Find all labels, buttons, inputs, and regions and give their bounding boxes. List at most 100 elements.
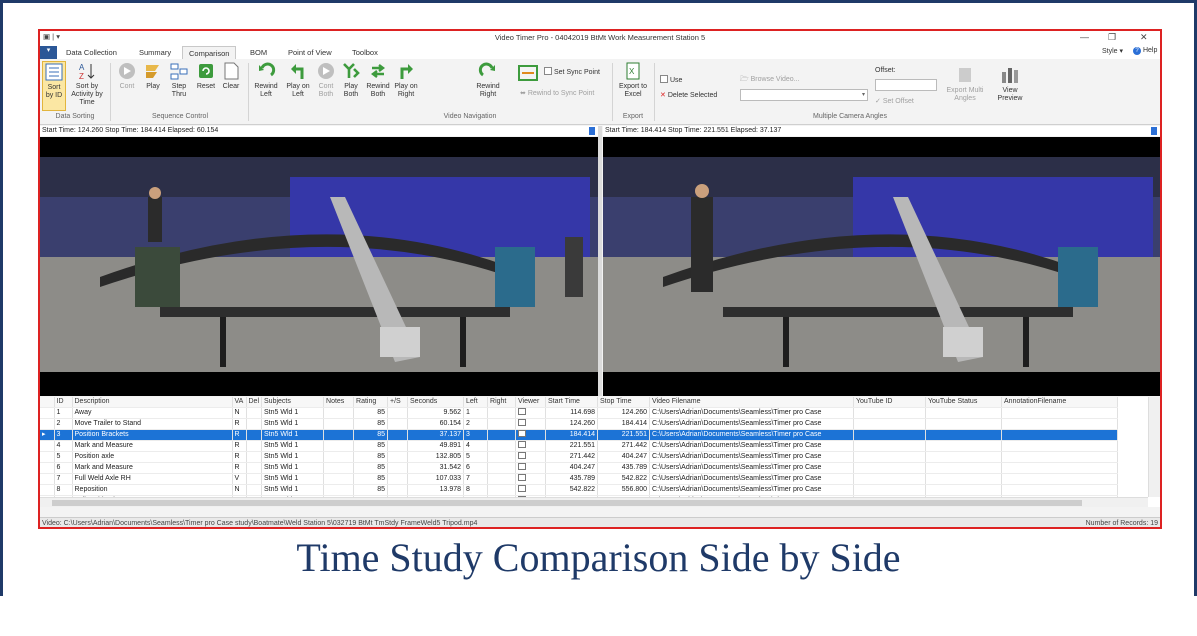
cell-right[interactable] bbox=[487, 462, 517, 474]
tab-comparison[interactable]: Comparison bbox=[182, 46, 237, 59]
cell-del[interactable] bbox=[246, 429, 263, 441]
cell-desc[interactable]: Mark and Measure bbox=[72, 462, 233, 474]
cell-ann[interactable] bbox=[1001, 429, 1119, 441]
cell-notes[interactable] bbox=[323, 440, 355, 452]
viewer-checkbox[interactable] bbox=[518, 462, 527, 470]
cell-file[interactable]: C:\Users\Adrian\Documents\Seamless\Timer… bbox=[649, 484, 855, 496]
cell-id[interactable]: 4 bbox=[54, 440, 73, 452]
cell-yt[interactable] bbox=[853, 407, 927, 419]
viewer-checkbox[interactable] bbox=[518, 440, 527, 448]
cell-left[interactable]: 1 bbox=[463, 407, 489, 419]
cell-yts[interactable] bbox=[925, 407, 1003, 419]
viewer-checkbox[interactable] bbox=[518, 407, 527, 415]
cell-id[interactable]: 6 bbox=[54, 462, 73, 474]
close-button[interactable]: ✕ bbox=[1140, 32, 1148, 43]
cell-ann[interactable] bbox=[1001, 451, 1119, 463]
cell-seconds[interactable]: 49.891 bbox=[407, 440, 465, 452]
cell-start[interactable]: 184.414 bbox=[545, 429, 599, 441]
table-row[interactable]: 7 Full Weld Axle RH V Stn5 Wld 1 85 107.033 7 4… bbox=[40, 473, 1119, 485]
cell-right[interactable] bbox=[487, 473, 517, 485]
cell-pls[interactable] bbox=[387, 462, 409, 474]
offset-input[interactable] bbox=[875, 79, 937, 91]
cell-yt[interactable] bbox=[853, 418, 927, 430]
tab-point-of-view[interactable]: Point of View bbox=[282, 46, 338, 59]
set-offset-button[interactable]: ✓ Set Offset bbox=[875, 97, 914, 105]
cell-pls[interactable] bbox=[387, 429, 409, 441]
cell-viewer[interactable] bbox=[515, 462, 547, 474]
col-header[interactable]: VA bbox=[232, 397, 247, 408]
cell-yts[interactable] bbox=[925, 462, 1003, 474]
cell-viewer[interactable] bbox=[515, 440, 547, 452]
cell-left[interactable]: 4 bbox=[463, 440, 489, 452]
col-header[interactable]: Start Time bbox=[545, 397, 599, 408]
cell-ann[interactable] bbox=[1001, 484, 1119, 496]
play-both-button[interactable]: Play Both bbox=[339, 61, 363, 99]
viewer-checkbox[interactable] bbox=[518, 418, 527, 426]
cell-rating[interactable]: 85 bbox=[353, 484, 389, 496]
rewind-left-button[interactable]: Rewind Left bbox=[252, 61, 280, 99]
cell-viewer[interactable] bbox=[515, 407, 547, 419]
cell-va[interactable]: V bbox=[232, 473, 247, 485]
cell-del[interactable] bbox=[246, 418, 263, 430]
play-button[interactable]: Play bbox=[141, 61, 165, 91]
table-row[interactable]: ▸ 3 Position Brackets R Stn5 Wld 1 85 37.137 3 1… bbox=[40, 429, 1119, 441]
cell-desc[interactable]: Reposition bbox=[72, 484, 233, 496]
cell-pls[interactable] bbox=[387, 440, 409, 452]
restore-button[interactable]: ❐ bbox=[1108, 32, 1116, 43]
viewer-checkbox[interactable] bbox=[518, 484, 527, 492]
cell-right[interactable] bbox=[487, 407, 517, 419]
col-header[interactable]: Left bbox=[463, 397, 489, 408]
col-header[interactable]: Viewer bbox=[515, 397, 547, 408]
cell-id[interactable]: 5 bbox=[54, 451, 73, 463]
cell-subj[interactable]: Stn5 Wld 1 bbox=[261, 418, 325, 430]
cell-stop[interactable]: 124.260 bbox=[597, 407, 651, 419]
col-header[interactable]: Seconds bbox=[407, 397, 465, 408]
play-on-left-button[interactable]: Play on Left bbox=[284, 61, 312, 99]
cell-file[interactable]: C:\Users\Adrian\Documents\Seamless\Timer… bbox=[649, 451, 855, 463]
style-menu[interactable]: Style ▾ bbox=[1102, 47, 1123, 55]
cell-file[interactable]: C:\Users\Adrian\Documents\Seamless\Timer… bbox=[649, 440, 855, 452]
cell-yts[interactable] bbox=[925, 473, 1003, 485]
row-indicator[interactable] bbox=[40, 418, 55, 430]
table-row[interactable]: 2 Move Trailer to Stand R Stn5 Wld 1 85 60.15… bbox=[40, 418, 1119, 430]
camera-angle-select[interactable]: ▾ bbox=[740, 89, 868, 101]
cell-del[interactable] bbox=[246, 462, 263, 474]
cell-va[interactable]: R bbox=[232, 440, 247, 452]
cell-start[interactable]: 404.247 bbox=[545, 462, 599, 474]
cell-desc[interactable]: Position Brackets bbox=[72, 429, 233, 441]
cell-right[interactable] bbox=[487, 484, 517, 496]
cell-left[interactable]: 7 bbox=[463, 473, 489, 485]
cell-desc[interactable]: Position axle bbox=[72, 451, 233, 463]
cell-pls[interactable] bbox=[387, 407, 409, 419]
cell-subj[interactable]: Stn5 Wld 1 bbox=[261, 473, 325, 485]
viewer-checkbox[interactable] bbox=[518, 429, 527, 437]
cell-del[interactable] bbox=[246, 440, 263, 452]
cell-stop[interactable]: 404.247 bbox=[597, 451, 651, 463]
cell-rating[interactable]: 85 bbox=[353, 473, 389, 485]
cell-id[interactable]: 8 bbox=[54, 484, 73, 496]
play-on-right-button[interactable]: Play on Right bbox=[392, 61, 420, 99]
cell-start[interactable]: 542.822 bbox=[545, 484, 599, 496]
cell-pls[interactable] bbox=[387, 451, 409, 463]
cell-ann[interactable] bbox=[1001, 473, 1119, 485]
cell-rating[interactable]: 85 bbox=[353, 429, 389, 441]
cell-notes[interactable] bbox=[323, 484, 355, 496]
cell-subj[interactable]: Stn5 Wld 1 bbox=[261, 407, 325, 419]
cell-pls[interactable] bbox=[387, 473, 409, 485]
tab-bom[interactable]: BOM bbox=[244, 46, 273, 59]
cell-rating[interactable]: 85 bbox=[353, 407, 389, 419]
cell-va[interactable]: R bbox=[232, 418, 247, 430]
cell-desc[interactable]: Mark and Measure bbox=[72, 440, 233, 452]
cell-stop[interactable]: 271.442 bbox=[597, 440, 651, 452]
table-row[interactable]: 1 Away N Stn5 Wld 1 85 9.562 1 114.698 124.260 C:… bbox=[40, 407, 1119, 419]
cont-button[interactable]: Cont bbox=[114, 61, 140, 91]
table-row[interactable]: 5 Position axle R Stn5 Wld 1 85 132.805 5 271.4… bbox=[40, 451, 1119, 463]
col-header[interactable]: Stop Time bbox=[597, 397, 651, 408]
col-header[interactable]: Rating bbox=[353, 397, 389, 408]
table-row[interactable]: 4 Mark and Measure R Stn5 Wld 1 85 49.891 4 221… bbox=[40, 440, 1119, 452]
cell-yt[interactable] bbox=[853, 473, 927, 485]
cell-viewer[interactable] bbox=[515, 429, 547, 441]
sort-by-activity-button[interactable]: AZ Sort by Activity by Time bbox=[70, 61, 104, 107]
cell-rating[interactable]: 85 bbox=[353, 440, 389, 452]
cell-notes[interactable] bbox=[323, 451, 355, 463]
